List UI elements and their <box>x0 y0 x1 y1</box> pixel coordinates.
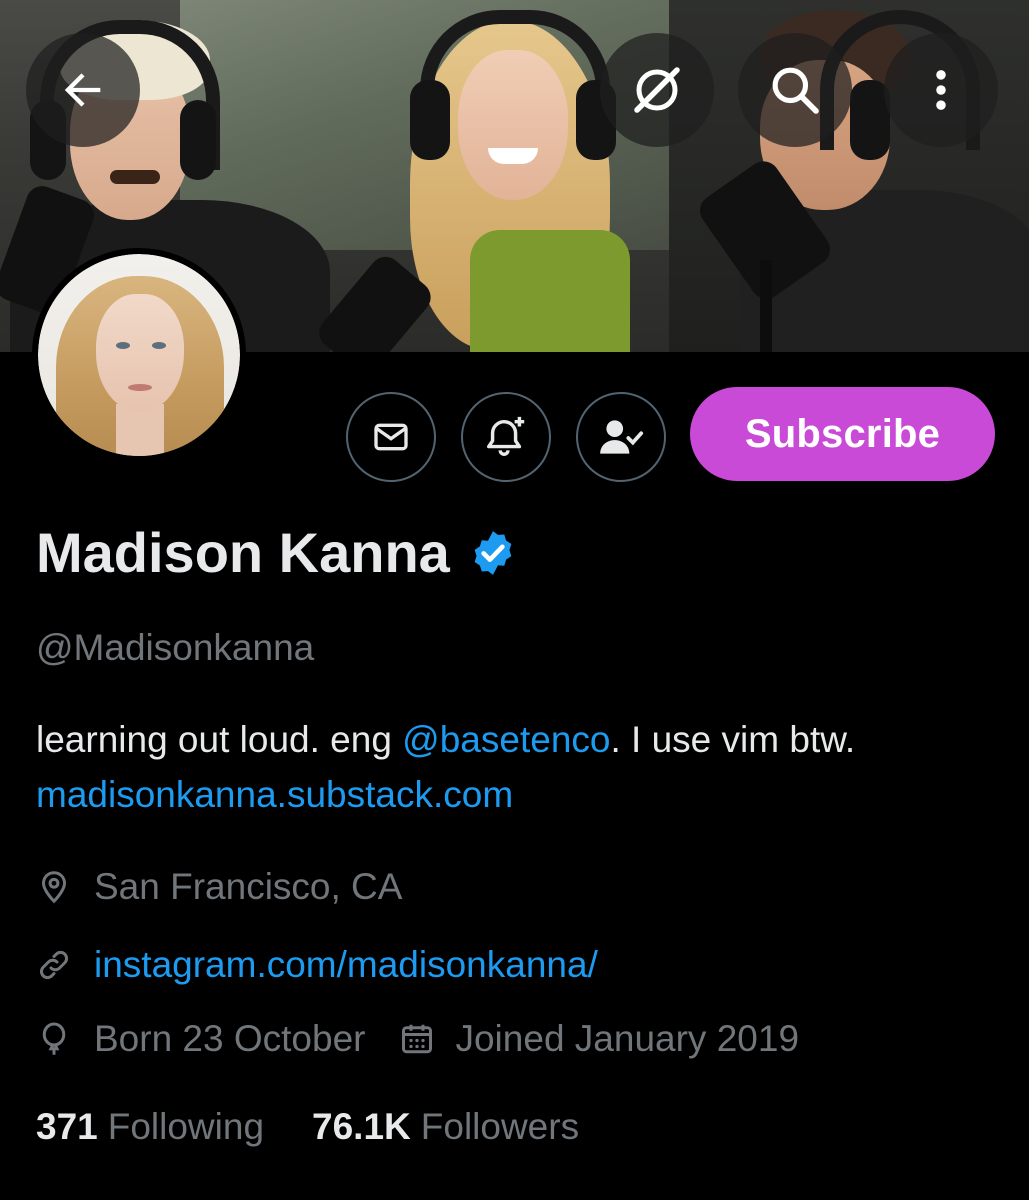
bio-text-2: . I use vim btw. <box>610 719 856 760</box>
dates-row: Born 23 October Joined January 2019 <box>36 1018 799 1060</box>
profile-name-row: Madison Kanna <box>36 520 518 585</box>
following-label: Following <box>107 1106 265 1147</box>
location-row: San Francisco, CA <box>36 866 402 908</box>
bio-mention-link[interactable]: @basetenco <box>402 719 610 760</box>
followers-label: Followers <box>420 1106 580 1147</box>
display-name: Madison Kanna <box>36 521 450 584</box>
website-row: instagram.com/madisonkanna/ <box>36 944 598 986</box>
location-pin-icon <box>41 871 67 904</box>
grok-button[interactable] <box>600 33 714 147</box>
more-options-button[interactable] <box>884 33 998 147</box>
balloon-icon <box>42 1022 66 1055</box>
calendar-icon <box>402 1024 433 1054</box>
link-icon <box>40 951 68 979</box>
verified-badge-icon[interactable] <box>468 528 518 578</box>
search-icon <box>772 67 819 114</box>
notifications-button[interactable] <box>461 392 551 482</box>
profile-bio: learning out loud. eng @basetenco. I use… <box>36 712 996 822</box>
followers-count: 76.1K <box>312 1106 411 1147</box>
envelope-icon <box>374 423 408 451</box>
person-check-icon <box>600 420 644 454</box>
website-link[interactable]: instagram.com/madisonkanna/ <box>94 944 598 986</box>
location-text: San Francisco, CA <box>94 866 403 907</box>
bio-text: learning out loud. eng <box>36 719 403 760</box>
subscribe-button[interactable]: Subscribe <box>690 387 995 481</box>
message-button[interactable] <box>346 392 436 482</box>
back-button[interactable] <box>26 33 140 147</box>
followers-stat[interactable]: 76.1K Followers <box>312 1106 579 1148</box>
slashed-circle-icon <box>634 67 680 113</box>
following-stat[interactable]: 371 Following <box>36 1106 264 1148</box>
joined-text: Joined January 2019 <box>455 1018 800 1059</box>
bell-plus-icon <box>487 416 525 456</box>
arrow-left-icon <box>64 73 101 107</box>
profile-avatar[interactable] <box>32 248 246 462</box>
following-count: 371 <box>36 1106 98 1147</box>
profile-stats: 371 Following 76.1K Followers <box>36 1106 579 1148</box>
vertical-dots-icon <box>936 70 946 110</box>
following-button[interactable] <box>576 392 666 482</box>
search-button[interactable] <box>738 33 852 147</box>
birthday-text: Born 23 October <box>94 1018 366 1059</box>
bio-url-link[interactable]: madisonkanna.substack.com <box>36 774 513 815</box>
profile-handle: @Madisonkanna <box>36 627 315 668</box>
